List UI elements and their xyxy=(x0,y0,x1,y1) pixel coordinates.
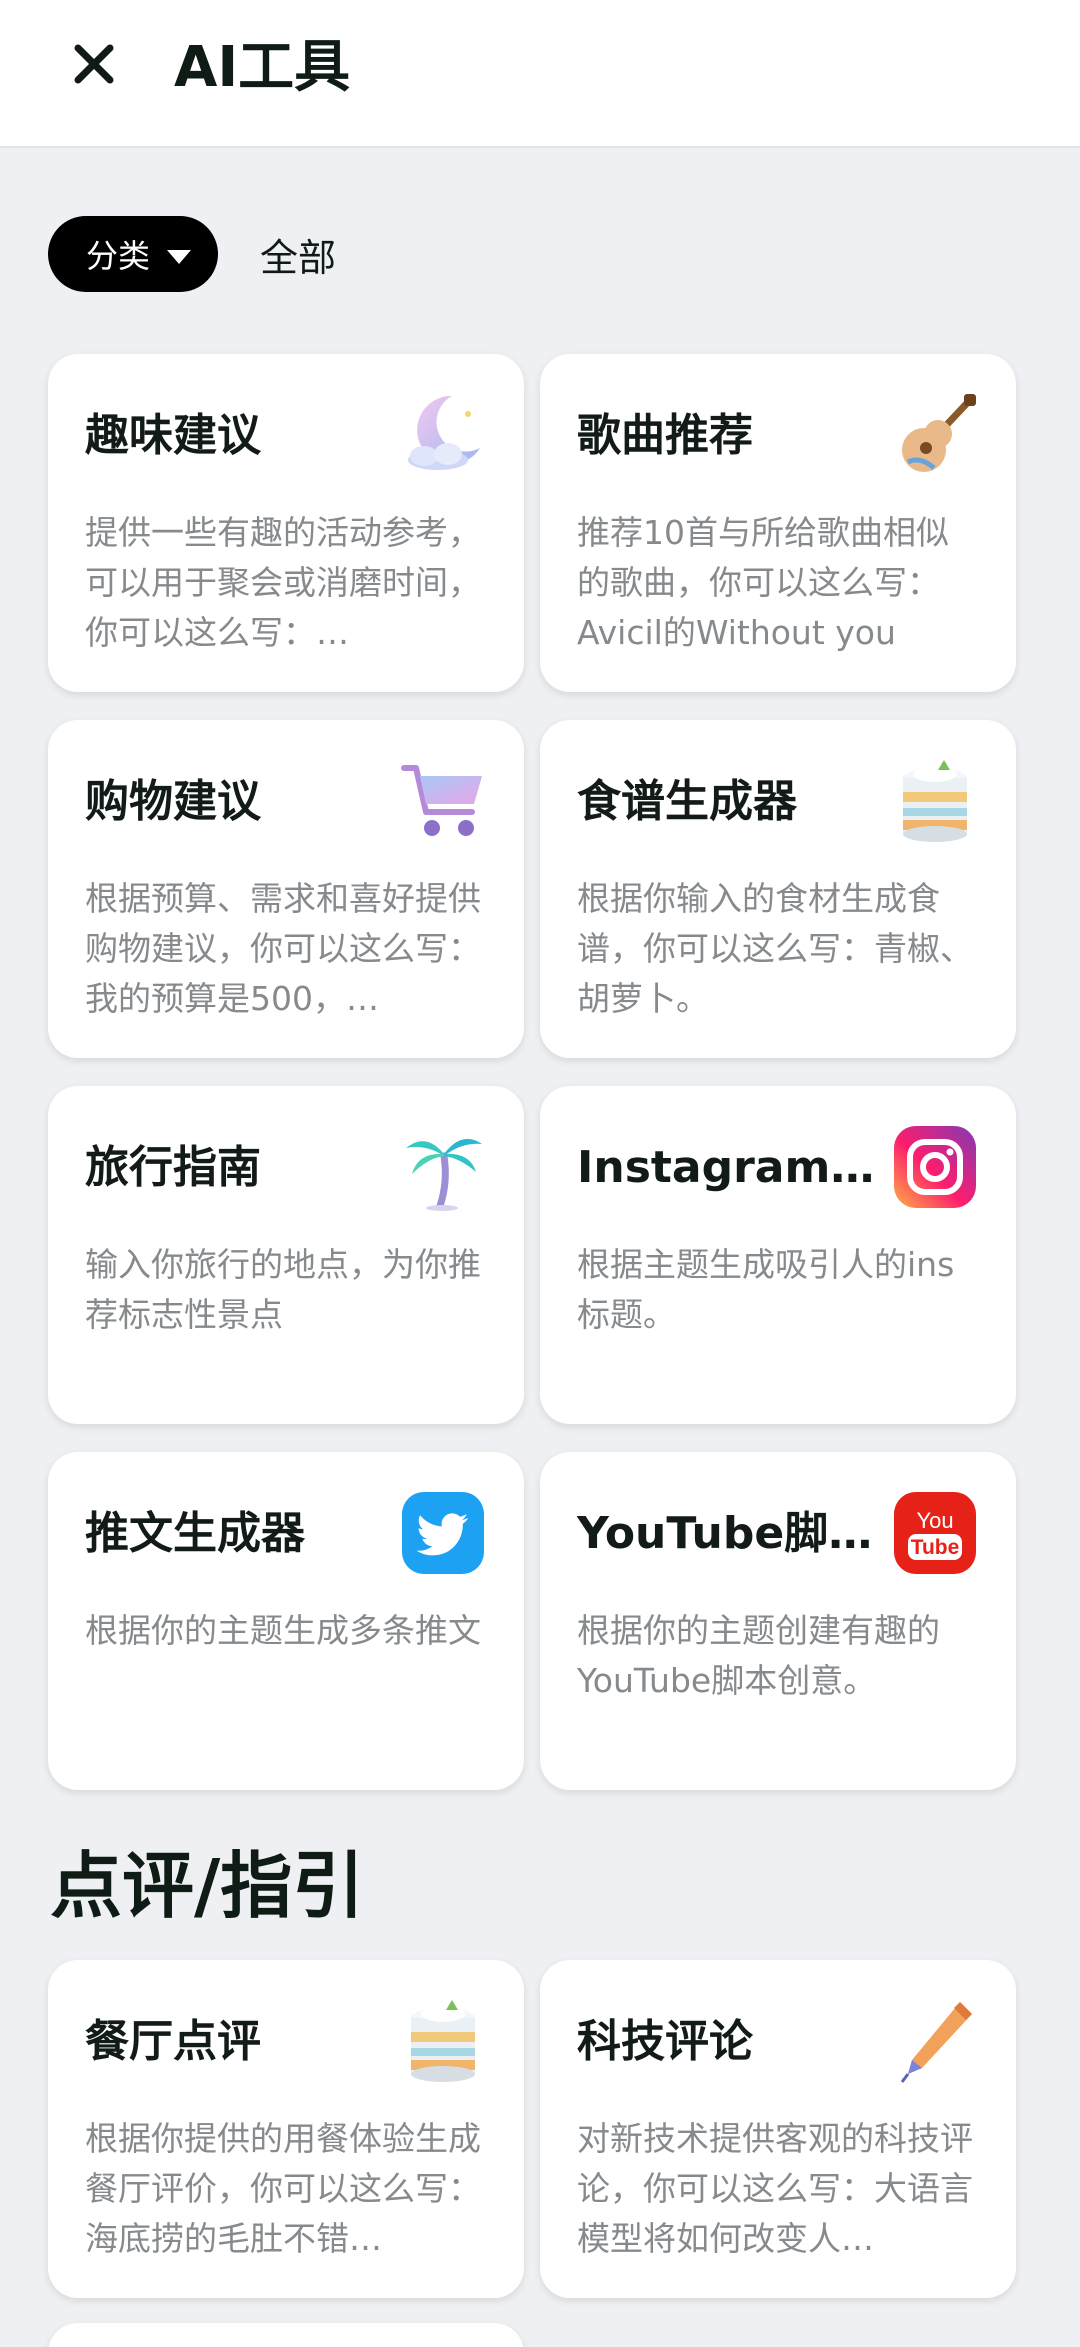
tool-card[interactable] xyxy=(48,2323,524,2347)
tool-card-title: 旅行指南 xyxy=(85,1142,261,1193)
app-root: AI工具 分类 全部 趣味建议提供一些有趣的活动参考，可以用于聚会或消磨时间，你… xyxy=(0,0,1080,2347)
tool-grid: 趣味建议 提供一些有趣的活动参考，可以用于聚会或消磨时间，你可以这么写：… 歌曲推荐… xyxy=(48,354,1016,1790)
category-dropdown-label: 分类 xyxy=(86,237,151,275)
tool-card-title: 餐厅点评 xyxy=(85,2016,261,2067)
tool-card[interactable]: 购物建议根据预算、需求和喜好提供购物建议，你可以这么写：我的预算是500，… xyxy=(48,720,524,1058)
youtube-icon: You Tube xyxy=(890,1488,980,1578)
section-title: 点评/指引 xyxy=(50,1844,365,1928)
page-title: AI工具 xyxy=(174,35,351,100)
tool-card[interactable]: 餐厅点评根据你提供的用餐体验生成餐厅评价，你可以这么写：海底捞的毛肚不错… xyxy=(48,1960,524,2298)
top-bar: AI工具 xyxy=(0,0,1080,148)
pen-icon xyxy=(890,1996,980,2086)
tool-card-description: 根据你的主题生成多条推文 xyxy=(85,1611,481,1650)
tool-card-description: 对新技术提供客观的科技评论，你可以这么写：大语言模型将如何改变人… xyxy=(577,2119,973,2258)
filter-row: 分类 全部 xyxy=(48,216,336,292)
tool-card-title: Instagram标… xyxy=(577,1142,877,1193)
tool-card-title: 购物建议 xyxy=(85,776,261,827)
tool-card-description: 根据你提供的用餐体验生成餐厅评价，你可以这么写：海底捞的毛肚不错… xyxy=(85,2119,481,2258)
tool-card-description: 根据你的主题创建有趣的YouTube脚本创意。 xyxy=(577,1611,940,1700)
tool-card[interactable]: 食谱生成器根据你输入的食材生成食谱，你可以这么写：青椒、胡萝卜。 xyxy=(540,720,1016,1058)
svg-text:You: You xyxy=(916,1508,953,1533)
svg-text:Tube: Tube xyxy=(911,1536,960,1559)
layer-cake-icon xyxy=(398,1996,488,2086)
tool-card-title: 科技评论 xyxy=(577,2016,753,2067)
close-icon xyxy=(72,42,116,90)
guitar-icon xyxy=(890,390,980,480)
tool-card[interactable]: 趣味建议提供一些有趣的活动参考，可以用于聚会或消磨时间，你可以这么写：… xyxy=(48,354,524,692)
tool-card-title: 趣味建议 xyxy=(85,410,261,461)
tool-card-title: 推文生成器 xyxy=(85,1508,305,1559)
instagram-icon xyxy=(890,1122,980,1212)
twitter-icon xyxy=(398,1488,488,1578)
tool-card-description: 根据预算、需求和喜好提供购物建议，你可以这么写：我的预算是500，… xyxy=(85,879,481,1018)
tool-card-title: 歌曲推荐 xyxy=(577,410,753,461)
tool-card-description: 提供一些有趣的活动参考，可以用于聚会或消磨时间，你可以这么写：… xyxy=(85,513,481,652)
palm-tree-icon xyxy=(398,1122,488,1212)
review-grid: 餐厅点评 根据你提供的用餐体验生成餐厅评价，你可以这么写：海底捞的毛肚不错… 科技评… xyxy=(48,1960,1016,2298)
tool-card[interactable]: 旅行指南输入你旅行的地点，为你推荐标志性景点 xyxy=(48,1086,524,1424)
tool-card[interactable]: Instagram标… 根据主题生成吸引人的ins标题。 xyxy=(540,1086,1016,1424)
tool-card[interactable]: 歌曲推荐推荐10首与所给歌曲相似的歌曲，你可以这么写：Avicil的Withou… xyxy=(540,354,1016,692)
tool-card[interactable]: 推文生成器根据你的主题生成多条推文 xyxy=(48,1452,524,1790)
tool-card-title: 食谱生成器 xyxy=(577,776,797,827)
tool-card[interactable]: 科技评论对新技术提供客观的科技评论，你可以这么写：大语言模型将如何改变人… xyxy=(540,1960,1016,2298)
tool-card[interactable]: YouTube脚… You Tube 根据你的主题创建有趣的YouTube脚本创意。 xyxy=(540,1452,1016,1790)
tool-card-description: 推荐10首与所给歌曲相似的歌曲，你可以这么写：Avicil的Without yo… xyxy=(577,513,949,652)
tool-card-description: 根据主题生成吸引人的ins标题。 xyxy=(577,1245,955,1334)
layer-cake-icon xyxy=(890,756,980,846)
tool-card-description: 输入你旅行的地点，为你推荐标志性景点 xyxy=(85,1245,481,1334)
shopping-cart-icon xyxy=(398,756,488,846)
tool-card-description: 根据你输入的食材生成食谱，你可以这么写：青椒、胡萝卜。 xyxy=(577,879,973,1018)
filter-all[interactable]: 全部 xyxy=(260,227,336,282)
crescent-moon-icon xyxy=(398,390,488,480)
caret-down-icon xyxy=(166,235,192,273)
close-button[interactable] xyxy=(58,30,130,102)
category-dropdown[interactable]: 分类 xyxy=(48,216,219,292)
tool-card-title: YouTube脚… xyxy=(577,1508,873,1559)
